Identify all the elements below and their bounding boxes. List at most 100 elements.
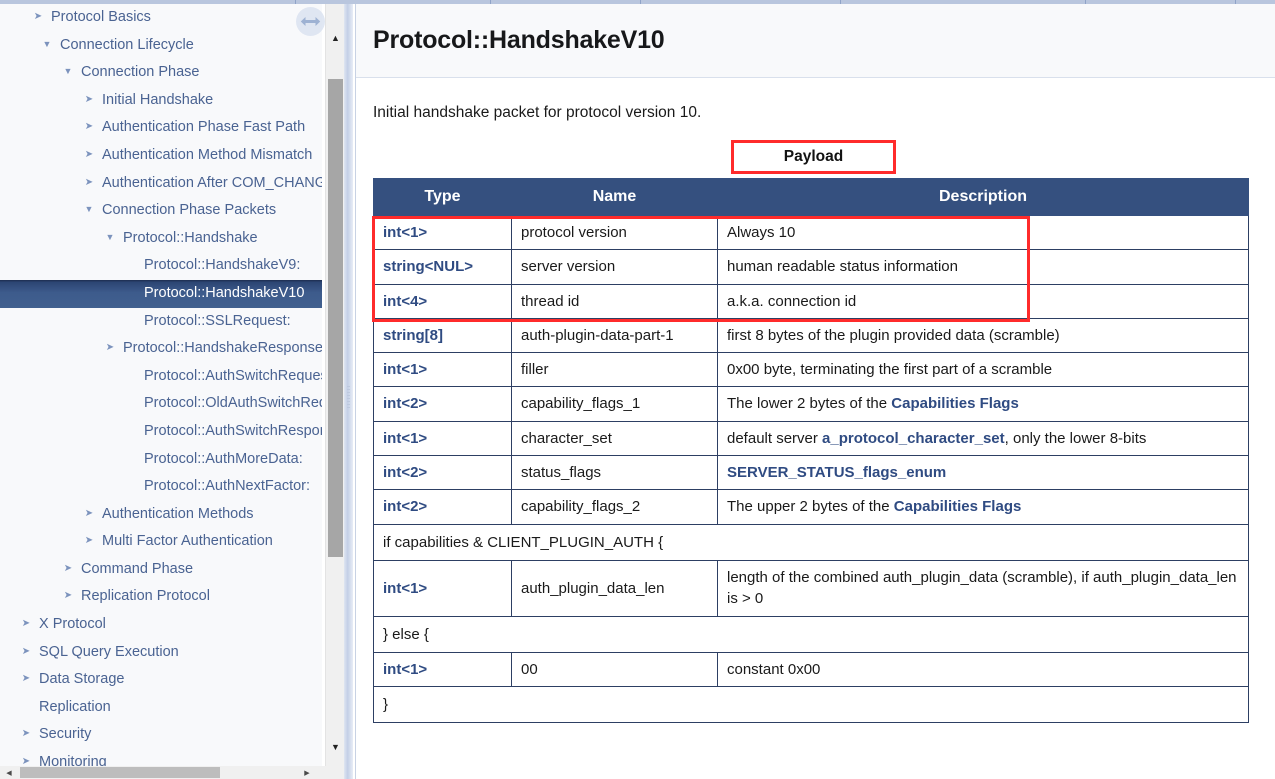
twisty-collapsed-icon[interactable]: ➤ xyxy=(81,527,97,555)
block-text: } xyxy=(373,686,1249,724)
twisty-expanded-icon[interactable]: ▼ xyxy=(39,31,55,59)
sidebar-hscroll-thumb[interactable] xyxy=(20,767,220,778)
sidebar-item-authentication-phase-fast-path[interactable]: ➤ Authentication Phase Fast Path xyxy=(0,114,322,142)
sidebar-item-protocol-basics[interactable]: ➤ Protocol Basics xyxy=(0,4,322,32)
description-link[interactable]: a_protocol_character_set xyxy=(822,430,1005,447)
sidebar-item-security[interactable]: ➤ Security xyxy=(0,721,322,749)
left-right-arrow-icon[interactable] xyxy=(296,7,325,36)
twisty-expanded-icon[interactable]: ▼ xyxy=(102,224,118,252)
twisty-collapsed-icon[interactable]: ➤ xyxy=(18,748,34,766)
twisty-placeholder xyxy=(123,417,139,445)
scroll-down-arrow-icon[interactable]: ▼ xyxy=(326,738,345,756)
sidebar-item-label: Replication xyxy=(39,698,111,715)
sidebar-item-protocol-authnextfactor[interactable]: Protocol::AuthNextFactor: xyxy=(0,473,322,501)
cell-description: 0x00 byte, terminating the first part of… xyxy=(717,352,1249,388)
sidebar-item-authentication-method-mismatch[interactable]: ➤ Authentication Method Mismatch xyxy=(0,142,322,170)
app-root: ➤ Protocol Basics ▼ Connection Lifecycle ▼ Co… xyxy=(0,0,1275,779)
scroll-right-arrow-icon[interactable]: ▶ xyxy=(300,766,314,779)
twisty-collapsed-icon[interactable]: ➤ xyxy=(18,638,34,666)
twisty-collapsed-icon[interactable]: ➤ xyxy=(60,555,76,583)
sidebar-item-replication-protocol[interactable]: ➤ Replication Protocol xyxy=(0,583,322,611)
twisty-collapsed-icon[interactable]: ➤ xyxy=(81,169,97,197)
content-header: Protocol::HandshakeV10 xyxy=(356,4,1275,78)
description-link[interactable]: Capabilities Flags xyxy=(891,395,1019,412)
cell-name: server version xyxy=(511,249,718,285)
twisty-collapsed-icon[interactable]: ➤ xyxy=(18,665,34,693)
twisty-expanded-icon[interactable]: ▼ xyxy=(81,196,97,224)
sidebar-item-protocol-handshakev10[interactable]: Protocol::HandshakeV10 xyxy=(0,279,322,308)
sidebar-item-replication[interactable]: Replication xyxy=(0,694,322,722)
payload-annotation-box: Payload xyxy=(731,140,896,174)
sidebar-item-x-protocol[interactable]: ➤ X Protocol xyxy=(0,611,322,639)
sidebar-item-label: Protocol Basics xyxy=(51,9,151,25)
table-row: string[8] auth-plugin-data-part-1 first 8 … xyxy=(373,317,1249,354)
window-chrome-strip xyxy=(0,0,1275,4)
table-block-row: } else { xyxy=(373,615,1249,653)
sidebar-item-initial-handshake[interactable]: ➤ Initial Handshake xyxy=(0,87,322,115)
description-link[interactable]: SERVER_STATUS_flags_enum xyxy=(727,464,946,481)
twisty-collapsed-icon[interactable]: ➤ xyxy=(60,582,76,610)
column-header-name[interactable]: Name xyxy=(511,178,718,216)
sidebar-item-protocol-authswitchrequest[interactable]: Protocol::AuthSwitchRequest: xyxy=(0,363,322,391)
description-text: default server xyxy=(727,429,823,447)
cell-type: int<1> xyxy=(373,559,512,617)
description-link[interactable]: Capabilities Flags xyxy=(894,498,1022,515)
payload-label: Payload xyxy=(783,148,844,165)
sidebar-item-monitoring[interactable]: ➤ Monitoring xyxy=(0,749,322,766)
sidebar-item-protocol-handshake[interactable]: ▼ Protocol::Handshake xyxy=(0,225,322,253)
twisty-collapsed-icon[interactable]: ➤ xyxy=(18,610,34,638)
twisty-collapsed-icon[interactable]: ➤ xyxy=(18,720,34,748)
sidebar-item-protocol-handshakev9[interactable]: Protocol::HandshakeV9: xyxy=(0,252,322,280)
sidebar-item-authentication-after-com-change[interactable]: ➤ Authentication After COM_CHANGE xyxy=(0,170,322,198)
twisty-collapsed-icon[interactable]: ➤ xyxy=(81,113,97,141)
cell-type: string<NUL> xyxy=(373,249,512,285)
table-row: int<1> protocol version Always 10 xyxy=(373,214,1249,251)
sidebar-item-label: Protocol::HandshakeV10 xyxy=(144,284,305,301)
sidebar-item-label: Protocol::OldAuthSwitchRequest xyxy=(144,395,322,412)
sidebar-item-protocol-sslrequest[interactable]: Protocol::SSLRequest: xyxy=(0,308,322,336)
description-text: The upper 2 bytes of the xyxy=(727,498,894,516)
scroll-up-arrow-icon[interactable]: ▲ xyxy=(326,29,345,47)
sidebar-item-multi-factor-authentication[interactable]: ➤ Multi Factor Authentication xyxy=(0,528,322,556)
cell-description: default server a_protocol_character_set,… xyxy=(717,420,1249,457)
sidebar-item-label: Authentication Methods xyxy=(102,505,254,522)
sidebar-horizontal-scrollbar[interactable]: ◀ ▶ xyxy=(0,766,344,779)
sidebar-item-sql-query-execution[interactable]: ➤ SQL Query Execution xyxy=(0,639,322,667)
sidebar-item-connection-lifecycle[interactable]: ▼ Connection Lifecycle xyxy=(0,32,322,60)
sidebar-vertical-scrollbar[interactable]: ▲ ▼ xyxy=(325,4,344,766)
table-row: int<4> thread id a.k.a. connection id xyxy=(373,283,1249,319)
sidebar-item-data-storage[interactable]: ➤ Data Storage xyxy=(0,666,322,694)
sidebar-item-label: Replication Protocol xyxy=(81,588,210,605)
table-block-row: if capabilities & CLIENT_PLUGIN_AUTH { xyxy=(373,523,1249,561)
sidebar-item-authentication-methods[interactable]: ➤ Authentication Methods xyxy=(0,501,322,529)
scroll-left-arrow-icon[interactable]: ◀ xyxy=(2,766,16,779)
sidebar-item-label: Monitoring xyxy=(39,754,107,766)
pane-splitter[interactable] xyxy=(344,0,353,779)
cell-type: int<2> xyxy=(373,455,512,491)
twisty-collapsed-icon[interactable]: ➤ xyxy=(81,86,97,114)
sidebar-item-label: Connection Lifecycle xyxy=(60,36,194,53)
twisty-collapsed-icon[interactable]: ➤ xyxy=(30,4,46,31)
sidebar-item-protocol-authswitchresponse[interactable]: Protocol::AuthSwitchResponse xyxy=(0,418,322,446)
sidebar-item-protocol-authmoredata[interactable]: Protocol::AuthMoreData: xyxy=(0,446,322,474)
twisty-collapsed-icon[interactable]: ➤ xyxy=(102,334,118,362)
sidebar-item-label: X Protocol xyxy=(39,616,106,633)
sidebar-scroll-thumb[interactable] xyxy=(328,79,343,557)
twisty-placeholder xyxy=(123,307,139,335)
sidebar-item-command-phase[interactable]: ➤ Command Phase xyxy=(0,556,322,584)
twisty-placeholder xyxy=(123,362,139,390)
table-body: int<1> protocol version Always 10 string<NU… xyxy=(373,214,1249,724)
sidebar-item-connection-phase[interactable]: ▼ Connection Phase xyxy=(0,59,322,87)
twisty-expanded-icon[interactable]: ▼ xyxy=(60,58,76,86)
column-header-type[interactable]: Type xyxy=(373,178,512,216)
table-row: int<2> capability_flags_2 The upper 2 byte… xyxy=(373,489,1249,525)
sidebar-item-protocol-oldauthswitchrequest[interactable]: Protocol::OldAuthSwitchRequest xyxy=(0,390,322,418)
sidebar-item-label: Multi Factor Authentication xyxy=(102,533,273,550)
column-header-description[interactable]: Description xyxy=(717,178,1249,216)
cell-description: The upper 2 bytes of the Capabilities Fl… xyxy=(717,489,1249,525)
twisty-collapsed-icon[interactable]: ➤ xyxy=(81,141,97,169)
sidebar-item-label: Protocol::AuthSwitchRequest: xyxy=(144,367,322,384)
sidebar-item-connection-phase-packets[interactable]: ▼ Connection Phase Packets xyxy=(0,197,322,225)
twisty-collapsed-icon[interactable]: ➤ xyxy=(81,500,97,528)
sidebar-item-protocol-handshakeresponse[interactable]: ➤ Protocol::HandshakeResponse xyxy=(0,335,322,363)
